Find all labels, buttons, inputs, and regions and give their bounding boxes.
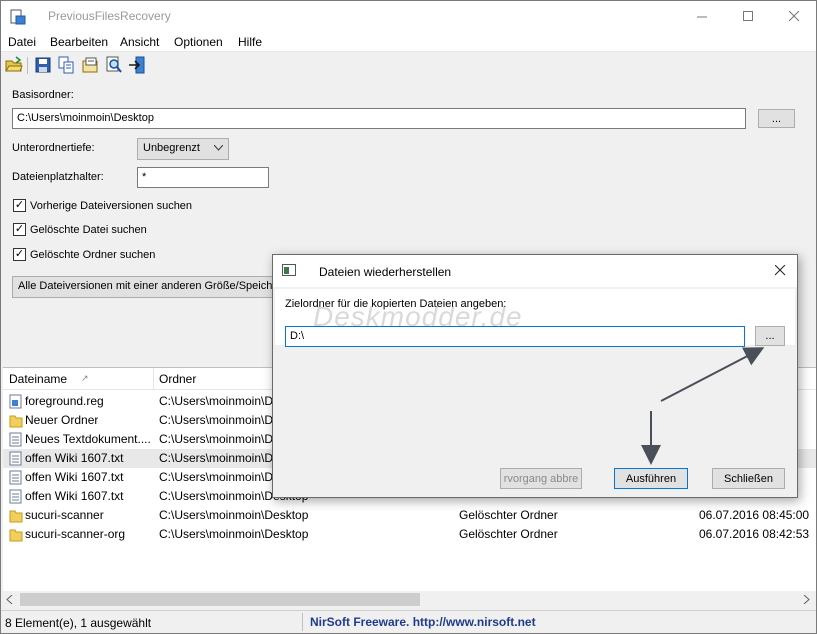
sort-indicator-icon: ↗ [81, 373, 89, 383]
text-file-icon [9, 489, 22, 504]
scroll-left-icon[interactable] [6, 595, 14, 604]
target-folder-browse-button[interactable]: ... [755, 326, 785, 346]
status-divider [302, 613, 303, 631]
row-date: 06.07.2016 08:42:53 [699, 527, 810, 541]
properties-icon[interactable] [81, 56, 99, 74]
row-name: offen Wiki 1607.txt [25, 489, 124, 503]
app-icon [10, 9, 26, 25]
horizontal-scrollbar[interactable] [3, 591, 816, 608]
status-bar: 8 Element(e), 1 ausgewählt NirSoft Freew… [1, 610, 816, 633]
row-name: sucuri-scanner [25, 508, 104, 522]
registry-file-icon [9, 394, 22, 409]
base-folder-input[interactable]: C:\Users\moinmoin\Desktop [12, 108, 746, 129]
folder-icon [9, 510, 23, 523]
row-name: sucuri-scanner-org [25, 527, 126, 541]
maximize-button[interactable] [725, 1, 771, 32]
row-folder: C:\Users\moinmoin\D [159, 394, 274, 408]
run-button[interactable]: Ausführen [614, 468, 688, 489]
wildcard-input[interactable]: * [137, 167, 269, 188]
version-filter-value: Alle Dateiversionen mit einer anderen Gr… [18, 280, 274, 292]
close-icon [788, 11, 799, 22]
text-file-icon [9, 470, 22, 485]
menu-bar: Datei Bearbeiten Ansicht Optionen Hilfe [1, 32, 816, 52]
row-date: 06.07.2016 08:45:00 [699, 508, 810, 522]
chevron-down-icon [214, 145, 223, 151]
table-row[interactable]: sucuri-scanner C:\Users\moinmoin\Desktop… [3, 506, 816, 525]
row-folder: C:\Users\moinmoin\D [159, 432, 274, 446]
close-button[interactable]: Schließen [712, 468, 785, 489]
toolbar-separator [27, 57, 28, 74]
open-folder-icon[interactable] [5, 56, 23, 74]
exit-icon[interactable] [128, 56, 146, 74]
base-folder-browse-button[interactable]: ... [758, 109, 795, 128]
column-folder[interactable]: Ordner [159, 372, 196, 386]
table-row[interactable]: sucuri-scanner-org C:\Users\moinmoin\Des… [3, 525, 816, 544]
target-folder-input[interactable]: D:\ [285, 326, 745, 347]
menu-datei[interactable]: Datei [8, 35, 36, 49]
wildcard-label: Dateienplatzhalter: [12, 171, 104, 183]
save-icon[interactable] [34, 56, 52, 74]
column-divider[interactable] [153, 368, 154, 390]
menu-bearbeiten[interactable]: Bearbeiten [50, 35, 108, 49]
subfolder-depth-label: Unterordnertiefe: [12, 142, 95, 154]
abort-button[interactable]: rvorgang abbre [500, 468, 582, 489]
deleted-folders-checkbox[interactable]: ✓ [13, 248, 26, 261]
row-folder: C:\Users\moinmoin\D [159, 451, 274, 465]
row-name: Neuer Ordner [25, 413, 99, 427]
row-folder: C:\Users\moinmoin\D [159, 470, 274, 484]
row-name: offen Wiki 1607.txt [25, 470, 124, 484]
scrollbar-thumb[interactable] [20, 593, 420, 606]
deleted-files-checkbox[interactable]: ✓ [13, 223, 26, 236]
maximize-icon [742, 11, 753, 21]
status-count: 8 Element(e), 1 ausgewählt [5, 616, 152, 630]
copy-icon[interactable] [57, 56, 75, 74]
find-icon[interactable] [105, 56, 123, 74]
dialog-app-icon [282, 264, 296, 276]
folder-icon [9, 529, 23, 542]
text-file-icon [9, 451, 22, 466]
dialog-close-icon[interactable] [775, 265, 786, 276]
prev-versions-label: Vorherige Dateiversionen suchen [30, 200, 193, 212]
toolbar [1, 52, 816, 78]
main-window: PreviousFilesRecovery Datei Bearbeiten A… [0, 0, 817, 634]
column-filename[interactable]: Dateiname [9, 372, 67, 386]
row-name: Neues Textdokument.... [25, 432, 151, 446]
row-type: Gelöschter Ordner [459, 508, 558, 522]
row-name: offen Wiki 1607.txt [25, 451, 124, 465]
menu-hilfe[interactable]: Hilfe [238, 35, 262, 49]
title-bar: PreviousFilesRecovery [1, 1, 816, 32]
menu-ansicht[interactable]: Ansicht [120, 35, 159, 49]
row-folder: C:\Users\moinmoin\Desktop [159, 508, 309, 522]
window-title: PreviousFilesRecovery [48, 9, 171, 23]
minimize-button[interactable] [679, 1, 725, 32]
menu-optionen[interactable]: Optionen [174, 35, 223, 49]
minimize-icon [696, 16, 707, 18]
close-window-button[interactable] [771, 1, 817, 32]
base-folder-label: Basisordner: [12, 89, 74, 101]
restore-files-dialog: Dateien wiederherstellen Zielordner für … [272, 254, 798, 498]
folder-icon [9, 415, 23, 428]
text-file-icon [9, 432, 22, 447]
row-type: Gelöschter Ordner [459, 527, 558, 541]
row-folder: C:\Users\moinmoin\Desktop [159, 527, 309, 541]
subfolder-depth-select[interactable]: Unbegrenzt [137, 138, 229, 160]
version-filter-select[interactable]: Alle Dateiversionen mit einer anderen Gr… [12, 276, 274, 298]
scroll-right-icon[interactable] [802, 595, 810, 604]
dialog-title: Dateien wiederherstellen [319, 265, 452, 279]
deleted-files-label: Gelöschte Datei suchen [30, 224, 147, 236]
row-name: foreground.reg [25, 394, 104, 408]
deleted-folders-label: Gelöschte Ordner suchen [30, 249, 156, 261]
subfolder-depth-value: Unbegrenzt [143, 142, 200, 154]
row-folder: C:\Users\moinmoin\D [159, 413, 274, 427]
prev-versions-checkbox[interactable]: ✓ [13, 199, 26, 212]
nirsoft-link[interactable]: NirSoft Freeware. http://www.nirsoft.net [310, 615, 536, 629]
dialog-title-bar: Dateien wiederherstellen [273, 255, 797, 287]
